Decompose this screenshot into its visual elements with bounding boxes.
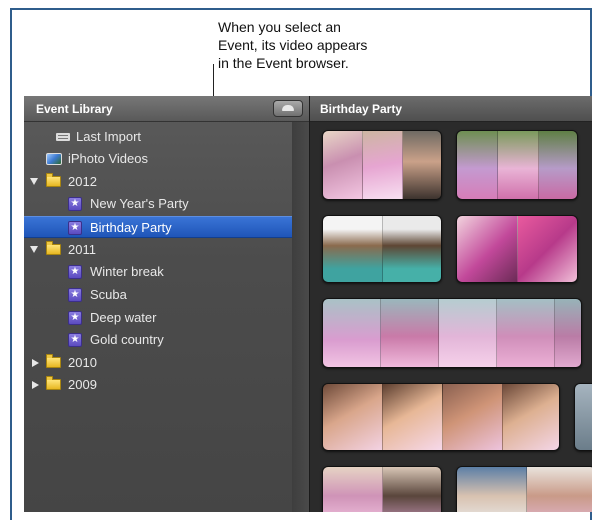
folder-icon [46, 354, 61, 368]
library-folder-2011[interactable]: 2011 [24, 239, 292, 261]
folder-icon [46, 241, 61, 255]
library-scroll-column [292, 122, 309, 512]
disclosure-triangle-collapsed-icon[interactable] [32, 359, 39, 367]
library-item-gold-country[interactable]: ★ Gold country [24, 329, 292, 351]
callout-text: When you select an Event, its video appe… [218, 18, 428, 72]
callout-line-3: in the Event browser. [218, 55, 349, 71]
event-browser-title: Birthday Party [320, 102, 403, 116]
library-item-last-import[interactable]: Last Import [24, 126, 292, 148]
library-folder-2009[interactable]: 2009 [24, 374, 292, 396]
video-clip-thumbnail[interactable] [574, 383, 592, 451]
disclosure-triangle-collapsed-icon[interactable] [32, 381, 39, 389]
library-item-label: Deep water [90, 310, 157, 325]
event-browser-panel: Birthday Party [309, 96, 592, 512]
library-folder-2010[interactable]: 2010 [24, 352, 292, 374]
library-item-new-years-party[interactable]: ★ New Year's Party [24, 193, 292, 215]
event-star-icon: ★ [68, 221, 82, 235]
library-toggle-button[interactable] [273, 100, 303, 117]
video-clip-thumbnail[interactable] [322, 215, 442, 283]
eject-icon [282, 105, 294, 111]
video-clip-thumbnail[interactable] [456, 130, 578, 200]
library-item-label: Winter break [90, 264, 164, 279]
library-item-label: 2011 [68, 242, 96, 257]
video-clip-thumbnail[interactable] [322, 466, 442, 512]
event-star-icon: ★ [68, 197, 82, 211]
disclosure-triangle-expanded-icon[interactable] [30, 178, 38, 185]
library-item-label: 2012 [68, 174, 97, 189]
library-item-label: Scuba [90, 287, 127, 302]
folder-icon [46, 376, 61, 390]
library-item-winter-break[interactable]: ★ Winter break [24, 261, 292, 283]
library-item-label: Birthday Party [90, 220, 172, 235]
event-star-icon: ★ [68, 333, 82, 347]
video-clip-thumbnail[interactable] [456, 466, 592, 512]
library-item-label: Last Import [76, 129, 142, 144]
library-item-birthday-party[interactable]: ★ Birthday Party [24, 216, 292, 238]
imovie-window: Event Library Last Import iPhoto Videos … [24, 96, 592, 512]
video-clip-thumbnail[interactable] [456, 215, 578, 283]
last-import-icon [56, 133, 70, 141]
event-browser-header: Birthday Party [310, 96, 592, 122]
event-library-panel: Event Library Last Import iPhoto Videos … [24, 96, 309, 512]
video-clip-thumbnail[interactable] [322, 298, 582, 368]
event-library-title: Event Library [36, 102, 113, 116]
video-clip-thumbnail[interactable] [322, 130, 442, 200]
library-item-iphoto-videos[interactable]: iPhoto Videos [24, 148, 292, 170]
library-item-label: iPhoto Videos [68, 151, 148, 166]
library-item-label: Gold country [90, 332, 164, 347]
iphoto-icon [46, 153, 62, 165]
callout-line-1: When you select an [218, 19, 341, 35]
event-star-icon: ★ [68, 288, 82, 302]
video-clip-thumbnail[interactable] [322, 383, 560, 451]
folder-icon [46, 173, 61, 187]
library-item-label: New Year's Party [90, 196, 189, 211]
event-star-icon: ★ [68, 311, 82, 325]
library-item-label: 2009 [68, 377, 97, 392]
callout-line-2: Event, its video appears [218, 37, 368, 53]
event-library-header: Event Library [24, 96, 309, 122]
event-star-icon: ★ [68, 265, 82, 279]
library-item-deep-water[interactable]: ★ Deep water [24, 307, 292, 329]
library-item-scuba[interactable]: ★ Scuba [24, 284, 292, 306]
library-item-label: 2010 [68, 355, 97, 370]
library-folder-2012[interactable]: 2012 [24, 171, 292, 193]
disclosure-triangle-expanded-icon[interactable] [30, 246, 38, 253]
